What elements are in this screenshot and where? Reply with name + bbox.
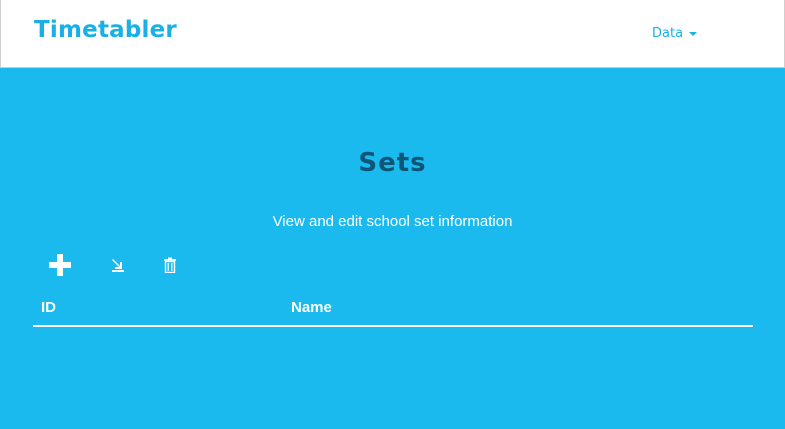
- add-set-button[interactable]: [46, 252, 74, 278]
- data-menu-label: Data: [652, 26, 684, 41]
- import-button[interactable]: [108, 255, 128, 275]
- navbar: Timetabler Data: [0, 0, 785, 68]
- column-header-name[interactable]: Name: [291, 299, 332, 316]
- delete-button[interactable]: [160, 255, 180, 275]
- page-title: Sets: [358, 148, 427, 178]
- data-menu-dropdown[interactable]: Data: [652, 26, 698, 41]
- trash-icon: [164, 257, 176, 273]
- brand-logo[interactable]: Timetabler: [34, 17, 177, 43]
- page-subtitle: View and edit school set information: [272, 213, 513, 230]
- caret-down-icon: [689, 32, 698, 36]
- import-icon: [112, 259, 124, 272]
- sets-table-header: ID Name: [33, 297, 753, 327]
- plus-icon: [49, 254, 71, 276]
- column-header-id[interactable]: ID: [41, 299, 56, 316]
